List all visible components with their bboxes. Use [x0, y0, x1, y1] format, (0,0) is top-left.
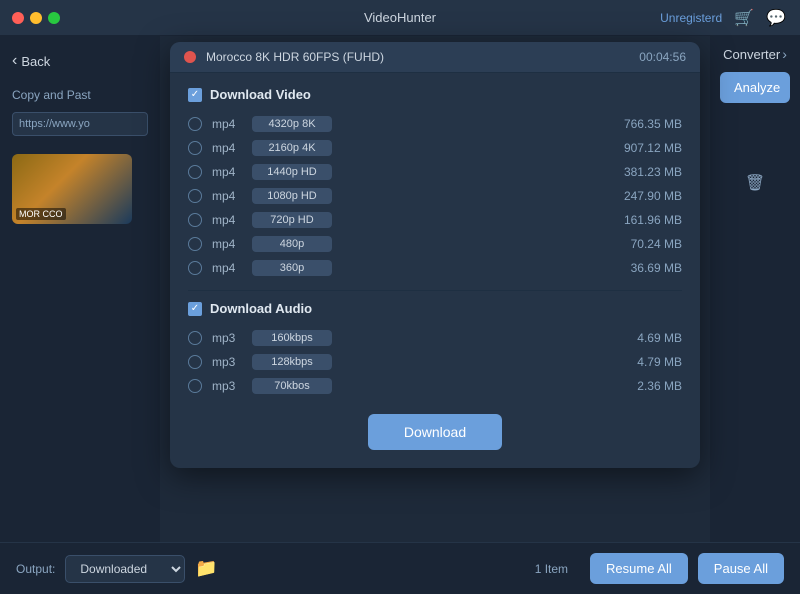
- format-type-480p: mp4: [212, 237, 252, 251]
- download-button[interactable]: Download: [368, 414, 502, 450]
- right-sidebar: Converter › Analyze 🗑: [710, 36, 800, 542]
- radio-128kbps[interactable]: [188, 355, 202, 369]
- format-type-2160p: mp4: [212, 141, 252, 155]
- bottom-bar: Output: Downloaded 📁 1 Item Resume All P…: [0, 542, 800, 594]
- back-label: Back: [21, 54, 50, 69]
- delete-icon[interactable]: 🗑: [745, 173, 765, 193]
- size-480p: 70.24 MB: [602, 237, 682, 251]
- content-area: Morocco 8K HDR 60FPS (FUHD) 00:04:56 ✓ D…: [160, 36, 710, 542]
- thumbnail-label: MOR CCO: [16, 208, 66, 220]
- divider: [188, 290, 682, 291]
- back-button[interactable]: ‹ Back: [12, 48, 148, 74]
- size-720p: 161.96 MB: [602, 213, 682, 227]
- output-select[interactable]: Downloaded: [65, 555, 185, 583]
- main-layout: ‹ Back Copy and Past MOR CCO Morocco 8K …: [0, 36, 800, 542]
- format-type-1440p: mp4: [212, 165, 252, 179]
- size-4320p: 766.35 MB: [602, 117, 682, 131]
- format-type-audio-128: mp3: [212, 355, 252, 369]
- url-input[interactable]: [12, 112, 148, 136]
- quality-2160p: 2160p 4K: [252, 140, 332, 156]
- size-70kbos: 2.36 MB: [602, 379, 682, 393]
- quality-360p: 360p: [252, 260, 332, 276]
- video-format-mp4-2160p[interactable]: mp4 2160p 4K 907.12 MB: [188, 136, 682, 160]
- item-count: 1 Item: [535, 562, 568, 576]
- radio-4320p[interactable]: [188, 117, 202, 131]
- radio-70kbos[interactable]: [188, 379, 202, 393]
- quality-720p: 720p HD: [252, 212, 332, 228]
- video-format-mp4-720p[interactable]: mp4 720p HD 161.96 MB: [188, 208, 682, 232]
- converter-label: Converter: [723, 47, 780, 62]
- radio-1440p[interactable]: [188, 165, 202, 179]
- modal-title: Morocco 8K HDR 60FPS (FUHD): [206, 50, 639, 64]
- chevron-right-icon: ›: [782, 46, 787, 62]
- quality-128kbps: 128kbps: [252, 354, 332, 370]
- audio-format-mp3-70[interactable]: mp3 70kbos 2.36 MB: [188, 374, 682, 398]
- modal-dot: [184, 51, 196, 63]
- video-section-title: Download Video: [210, 87, 311, 102]
- back-arrow-icon: ‹: [12, 52, 17, 70]
- quality-480p: 480p: [252, 236, 332, 252]
- modal-header: Morocco 8K HDR 60FPS (FUHD) 00:04:56: [170, 42, 700, 73]
- video-section-header: ✓ Download Video: [188, 87, 682, 102]
- pause-all-button[interactable]: Pause All: [698, 553, 784, 584]
- radio-1080p[interactable]: [188, 189, 202, 203]
- fullscreen-button[interactable]: [48, 12, 60, 24]
- video-format-mp4-360p[interactable]: mp4 360p 36.69 MB: [188, 256, 682, 280]
- format-type-audio-70: mp3: [212, 379, 252, 393]
- audio-check-icon: ✓: [191, 303, 199, 314]
- format-type-audio-160: mp3: [212, 331, 252, 345]
- sidebar: ‹ Back Copy and Past MOR CCO: [0, 36, 160, 542]
- video-format-mp4-480p[interactable]: mp4 480p 70.24 MB: [188, 232, 682, 256]
- quality-1080p: 1080p HD: [252, 188, 332, 204]
- chat-icon[interactable]: 💬: [766, 8, 786, 28]
- modal-duration: 00:04:56: [639, 50, 686, 64]
- traffic-lights: [12, 12, 60, 24]
- audio-section-checkbox[interactable]: ✓: [188, 302, 202, 316]
- modal: Morocco 8K HDR 60FPS (FUHD) 00:04:56 ✓ D…: [170, 42, 700, 468]
- resume-all-button[interactable]: Resume All: [590, 553, 688, 584]
- size-1080p: 247.90 MB: [602, 189, 682, 203]
- size-128kbps: 4.79 MB: [602, 355, 682, 369]
- quality-1440p: 1440p HD: [252, 164, 332, 180]
- quality-70kbos: 70kbos: [252, 378, 332, 394]
- audio-section-header: ✓ Download Audio: [188, 301, 682, 316]
- video-format-mp4-1080p[interactable]: mp4 1080p HD 247.90 MB: [188, 184, 682, 208]
- format-type-4320p: mp4: [212, 117, 252, 131]
- thumbnail: MOR CCO: [12, 154, 132, 224]
- quality-160kbps: 160kbps: [252, 330, 332, 346]
- check-icon: ✓: [191, 89, 199, 100]
- modal-body: ✓ Download Video mp4 4320p 8K 766.35 MB …: [170, 73, 700, 468]
- radio-360p[interactable]: [188, 261, 202, 275]
- folder-icon[interactable]: 📁: [195, 558, 217, 579]
- video-section-checkbox[interactable]: ✓: [188, 88, 202, 102]
- radio-160kbps[interactable]: [188, 331, 202, 345]
- video-format-mp4-1440p[interactable]: mp4 1440p HD 381.23 MB: [188, 160, 682, 184]
- radio-480p[interactable]: [188, 237, 202, 251]
- analyze-button[interactable]: Analyze: [720, 72, 790, 103]
- output-label: Output:: [16, 562, 55, 576]
- audio-format-mp3-160[interactable]: mp3 160kbps 4.69 MB: [188, 326, 682, 350]
- audio-section-title: Download Audio: [210, 301, 312, 316]
- copy-paste-label: Copy and Past: [12, 88, 148, 102]
- cart-icon[interactable]: 🛒: [734, 8, 754, 28]
- unregistered-link[interactable]: Unregisterd: [660, 11, 722, 25]
- quality-4320p: 4320p 8K: [252, 116, 332, 132]
- video-format-mp4-4320p[interactable]: mp4 4320p 8K 766.35 MB: [188, 112, 682, 136]
- format-type-1080p: mp4: [212, 189, 252, 203]
- format-type-360p: mp4: [212, 261, 252, 275]
- minimize-button[interactable]: [30, 12, 42, 24]
- size-1440p: 381.23 MB: [602, 165, 682, 179]
- size-2160p: 907.12 MB: [602, 141, 682, 155]
- title-bar-actions: Unregisterd 🛒 💬: [660, 8, 786, 28]
- size-160kbps: 4.69 MB: [602, 331, 682, 345]
- format-type-720p: mp4: [212, 213, 252, 227]
- close-button[interactable]: [12, 12, 24, 24]
- converter-button[interactable]: Converter ›: [723, 46, 787, 62]
- radio-720p[interactable]: [188, 213, 202, 227]
- app-title: VideoHunter: [364, 10, 436, 25]
- radio-2160p[interactable]: [188, 141, 202, 155]
- size-360p: 36.69 MB: [602, 261, 682, 275]
- title-bar: VideoHunter Unregisterd 🛒 💬: [0, 0, 800, 36]
- audio-format-mp3-128[interactable]: mp3 128kbps 4.79 MB: [188, 350, 682, 374]
